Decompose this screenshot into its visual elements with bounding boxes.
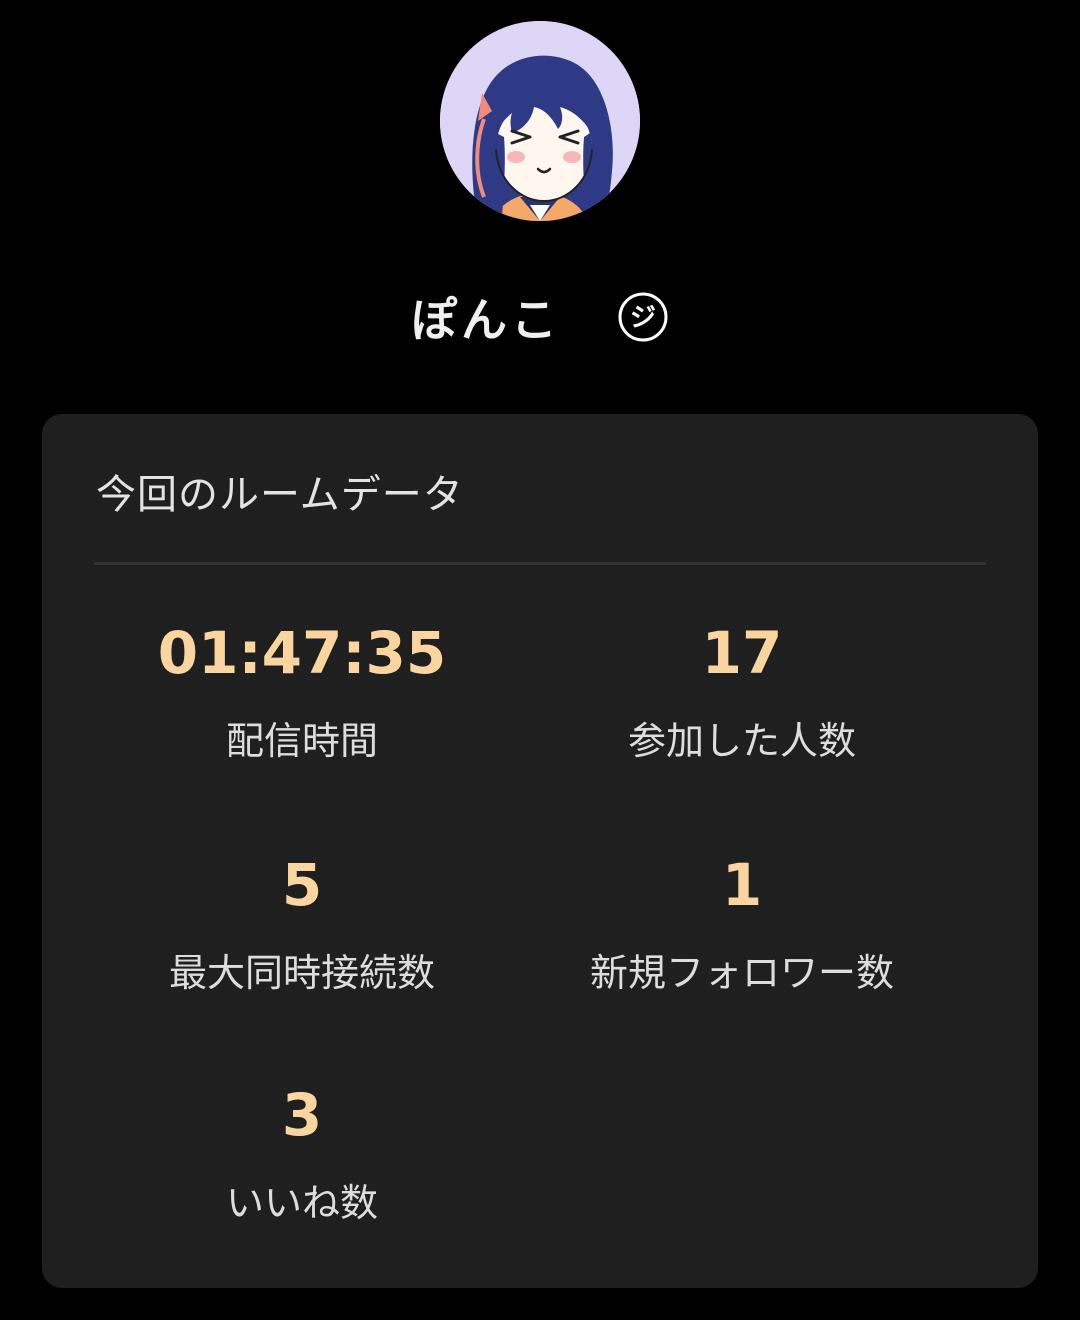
stat-label: 新規フォロワー数 [589, 951, 894, 995]
badge-glyph: ジ [630, 303, 656, 333]
stat-stream-duration: 01:47:35 配信時間 [82, 618, 522, 764]
stat-value: 1 [721, 851, 763, 919]
circled-ji-badge-icon[interactable]: ジ [617, 291, 669, 343]
stat-new-followers: 1 新規フォロワー数 [522, 850, 962, 996]
stat-participants: 17 参加した人数 [522, 618, 962, 764]
anime-girl-avatar-icon [440, 21, 640, 221]
room-data-card: 今回のルームデータ 01:47:35 配信時間 17 参加した人数 5 最大同時… [42, 414, 1038, 1288]
stat-label: 参加した人数 [627, 719, 856, 763]
stat-likes: 3 いいね数 [82, 1080, 522, 1226]
stat-value: 5 [281, 851, 323, 919]
stat-value: 17 [701, 619, 783, 687]
profile-header: ぽんこ ジ [0, 282, 1080, 352]
stat-value: 3 [281, 1081, 323, 1149]
stat-label: 最大同時接続数 [168, 951, 435, 995]
stat-label: いいね数 [225, 1181, 378, 1225]
avatar[interactable] [440, 21, 640, 221]
card-title: 今回のルームデータ [96, 472, 464, 518]
divider [94, 562, 986, 565]
stat-value: 01:47:35 [157, 619, 447, 687]
stat-max-concurrent: 5 最大同時接続数 [82, 850, 522, 996]
username[interactable]: ぽんこ [411, 284, 561, 350]
stat-label: 配信時間 [225, 719, 378, 763]
